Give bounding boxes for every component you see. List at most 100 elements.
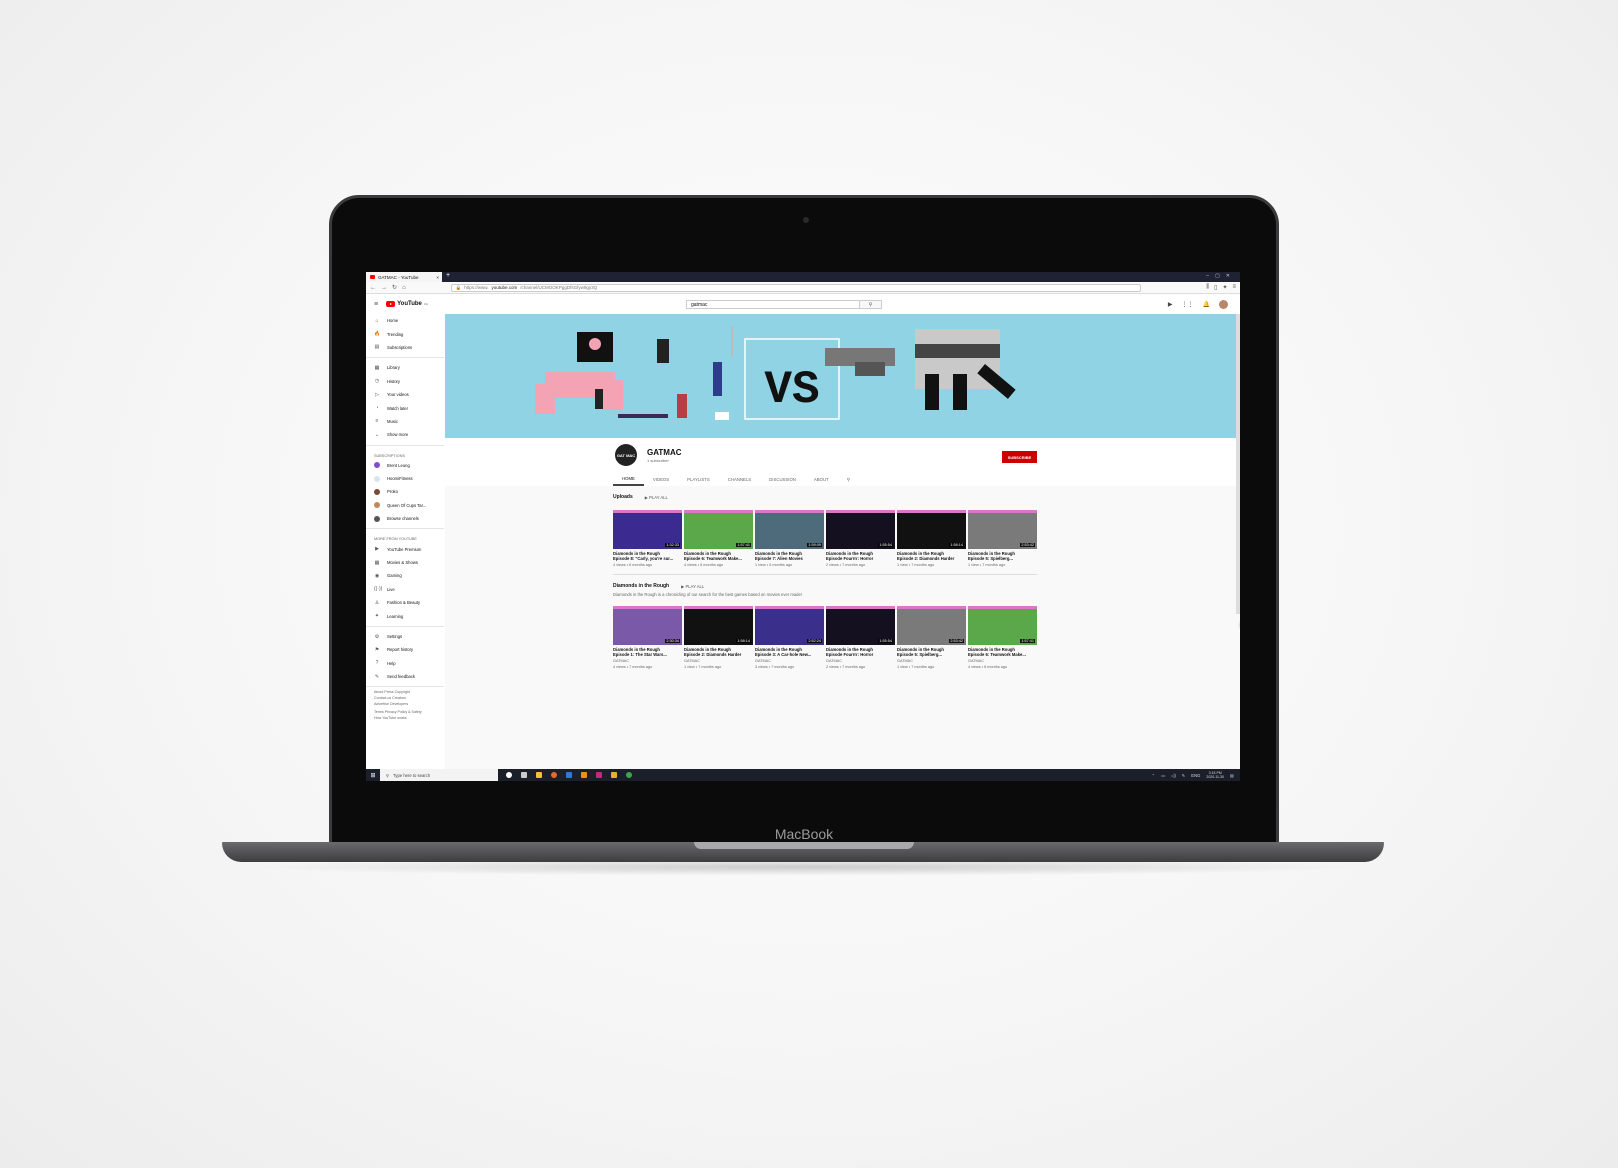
video-title[interactable]: Diamonds in the Rough Episode 8: "Carly, … [613, 551, 682, 562]
subscription-item[interactable]: Queen Of Cups Tar... [366, 499, 444, 512]
playlist-title[interactable]: Diamonds in the Rough [613, 583, 669, 589]
pen-icon[interactable]: ✎ [1182, 773, 1186, 778]
subscription-item[interactable]: Brent Leung [366, 459, 444, 472]
footer-links[interactable]: About Press Copyright Contact us Creator… [366, 690, 444, 721]
firefox-icon[interactable] [551, 772, 557, 778]
video-card[interactable]: 1:55:54 Diamonds in the Rough Episode Four… [826, 606, 895, 670]
chrome-icon[interactable] [626, 772, 632, 778]
sidebar-item-settings[interactable]: ⚙ Settings [366, 630, 444, 643]
browser-tab[interactable]: GATMAC - YouTube × [366, 272, 442, 282]
apps-icon[interactable]: ⋮⋮ [1182, 301, 1194, 308]
sidebar-item-movies-shows[interactable]: ▦ Movies & Shows [366, 556, 444, 569]
subscription-item[interactable]: HoomiFitness [366, 472, 444, 485]
video-title[interactable]: Diamonds in the Rough Episode 7: Alien Mo… [755, 551, 824, 562]
video-channel[interactable]: GATMAC [684, 659, 753, 664]
tab-close-icon[interactable]: × [436, 275, 439, 280]
video-card[interactable]: 1:32:33 Diamonds in the Rough Episode 8: "… [613, 510, 682, 568]
forward-icon[interactable]: → [381, 285, 387, 291]
video-card[interactable]: 1:59:09 Diamonds in the Rough Episode 7: A… [755, 510, 824, 568]
tab-playlists[interactable]: PLAYLISTS [678, 473, 719, 486]
tab-home[interactable]: HOME [613, 473, 644, 486]
task-view-icon[interactable] [521, 772, 527, 778]
taskbar-search[interactable]: ⚲ Type here to search [380, 769, 498, 781]
file-explorer-icon[interactable] [536, 772, 542, 778]
tab-about[interactable]: ABOUT [805, 473, 838, 486]
sidebar-item-learning[interactable]: ✦ Learning [366, 609, 444, 622]
video-channel[interactable]: GATMAC [755, 659, 824, 664]
menu-icon[interactable]: ≡ [1232, 284, 1236, 291]
video-title[interactable]: Diamonds in the Rough Episode 1: The Star… [613, 647, 682, 658]
video-title[interactable]: Diamonds in the Rough Episode Fourrrr: Ho… [826, 647, 895, 658]
video-thumbnail[interactable]: 1:55:54 [826, 606, 895, 646]
video-channel[interactable]: GATMAC [826, 659, 895, 664]
video-thumbnail[interactable]: 1:32:33 [613, 510, 682, 549]
create-video-icon[interactable]: ▶ [1168, 301, 1173, 308]
sidebar-item-live[interactable]: ((·)) Live [366, 583, 444, 596]
indesign-icon[interactable] [596, 772, 602, 778]
tab-discussion[interactable]: DISCUSSION [760, 473, 805, 486]
video-card[interactable]: 1:58:14 Diamonds in the Rough Episode 2: D… [684, 606, 753, 670]
video-thumbnail[interactable]: 1:59:09 [755, 510, 824, 549]
cortana-icon[interactable] [506, 772, 512, 778]
extension-icon[interactable]: ✦ [1222, 284, 1227, 291]
video-card[interactable]: 1:58:14 Diamonds in the Rough Episode 2: D… [897, 510, 966, 568]
video-channel[interactable]: GATMAC [968, 659, 1037, 664]
video-title[interactable]: Diamonds in the Rough Episode 5: Spielber… [897, 647, 966, 658]
search-input[interactable]: gatmac [687, 302, 859, 308]
app-icon[interactable] [611, 772, 617, 778]
sidebar-item-show-more[interactable]: ⌄ Show more [366, 428, 444, 441]
photoshop-icon[interactable] [566, 772, 572, 778]
video-channel[interactable]: GATMAC [613, 659, 682, 664]
sidebar-item-history[interactable]: ◷ History [366, 375, 444, 388]
video-thumbnail[interactable]: 2:53:42 [968, 510, 1037, 549]
new-tab-button[interactable]: + [446, 272, 450, 279]
play-all-button[interactable]: ▶ PLAY ALL [645, 495, 668, 500]
sidebar-item-send-feedback[interactable]: ✎ Send feedback [366, 670, 444, 683]
sidebar-item-youtube-premium[interactable]: ▶ YouTube Premium [366, 542, 444, 555]
video-thumbnail[interactable]: 1:55:54 [826, 510, 895, 549]
video-thumbnail[interactable]: 1:57:41 [684, 510, 753, 549]
reload-icon[interactable]: ↻ [392, 284, 397, 291]
video-card[interactable]: 1:57:41 Diamonds in the Rough Episode 6: T… [968, 606, 1037, 670]
sidebar-item-report-history[interactable]: ⚑ Report history [366, 643, 444, 656]
scrollbar[interactable] [1236, 314, 1240, 614]
hamburger-menu-icon[interactable]: ≡ [374, 301, 378, 308]
video-channel[interactable]: GATMAC [897, 659, 966, 664]
sidebar-item-music[interactable]: ≡ Music [366, 415, 444, 428]
sidebar-item-trending[interactable]: 🔥 Trending [366, 327, 444, 340]
subscription-item[interactable]: Proko [366, 485, 444, 498]
library-icon[interactable]: ⫼ [1206, 284, 1209, 291]
search-box[interactable]: gatmac ⚲ [686, 300, 882, 309]
youtube-logo[interactable]: YouTube CA [386, 301, 428, 307]
sidebar-item-help[interactable]: ? Help [366, 657, 444, 670]
notifications-bell-icon[interactable]: 🔔 [1203, 301, 1210, 308]
video-card[interactable]: 1:55:54 Diamonds in the Rough Episode Four… [826, 510, 895, 568]
video-thumbnail[interactable]: 2:52:24 [755, 606, 824, 646]
windows-start-icon[interactable]: ⊞ [366, 772, 380, 779]
notifications-icon[interactable]: ▤ [1230, 773, 1234, 778]
sidebar-item-your-videos[interactable]: ▷ Your videos [366, 388, 444, 401]
play-all-button[interactable]: ▶ PLAY ALL [681, 584, 704, 589]
sidebar-item-library[interactable]: ▦ Library [366, 361, 444, 374]
sidebar-item-watch-later[interactable]: ◔ Watch later [366, 401, 444, 414]
tab-videos[interactable]: VIDEOS [644, 473, 678, 486]
sidebar-item-fashion-beauty[interactable]: ♙ Fashion & Beauty [366, 596, 444, 609]
video-title[interactable]: Diamonds in the Rough Episode 2: Diamonds… [684, 647, 753, 658]
video-thumbnail[interactable]: 1:58:14 [897, 510, 966, 549]
tray-chevron-icon[interactable]: ⌃ [1152, 773, 1156, 778]
sidebar-toggle-icon[interactable]: ▯ [1214, 284, 1217, 291]
video-card[interactable]: 2:53:42 Diamonds in the Rough Episode 5: S… [897, 606, 966, 670]
video-title[interactable]: Diamonds in the Rough Episode 2: Diamonds… [897, 551, 966, 562]
sidebar-item-subscriptions[interactable]: ▤ Subscriptions [366, 341, 444, 354]
channel-search-icon[interactable]: ⚲ [838, 473, 859, 486]
window-controls[interactable]: –▢✕ [1206, 273, 1236, 279]
clock[interactable]: 3:15 PM 2020-11-30 [1206, 771, 1224, 779]
back-icon[interactable]: ← [370, 285, 376, 291]
video-title[interactable]: Diamonds in the Rough Episode 5: Spielber… [968, 551, 1037, 562]
video-card[interactable]: 2:52:24 Diamonds in the Rough Episode 3: A… [755, 606, 824, 670]
video-thumbnail[interactable]: 2:53:42 [897, 606, 966, 646]
video-thumbnail[interactable]: 2:30:34 [613, 606, 682, 646]
video-card[interactable]: 2:30:34 Diamonds in the Rough Episode 1: T… [613, 606, 682, 670]
video-card[interactable]: 1:57:41 Diamonds in the Rough Episode 6: T… [684, 510, 753, 568]
illustrator-icon[interactable] [581, 772, 587, 778]
